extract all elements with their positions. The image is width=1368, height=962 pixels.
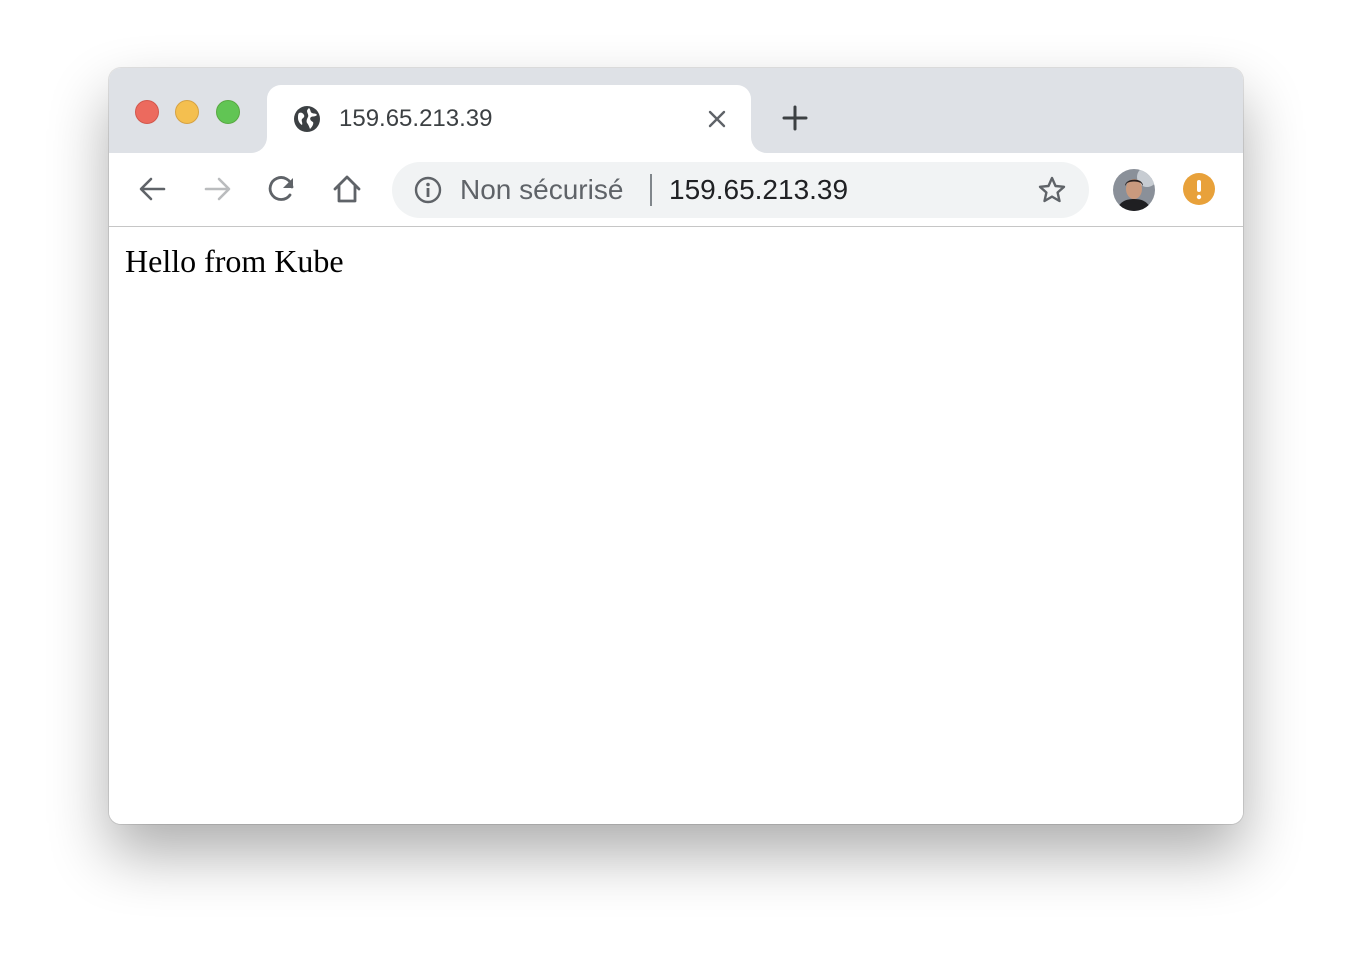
- close-icon[interactable]: [705, 107, 729, 131]
- arrow-left-icon[interactable]: [137, 173, 169, 205]
- arrow-right-icon[interactable]: [201, 173, 233, 205]
- avatar[interactable]: [1113, 169, 1155, 211]
- globe-icon: [294, 106, 320, 132]
- url-text[interactable]: 159.65.213.39: [669, 173, 848, 207]
- window-zoom-button[interactable]: [216, 100, 240, 124]
- window-minimize-button[interactable]: [175, 100, 199, 124]
- reload-icon[interactable]: [266, 173, 298, 205]
- profile-avatar-image: [1113, 169, 1155, 211]
- tab-title: 159.65.213.39: [339, 105, 493, 132]
- toolbar: Non sécurisé 159.65.213.39: [109, 153, 1243, 227]
- exclamation-icon[interactable]: [1182, 172, 1216, 206]
- omnibox-divider: [650, 174, 652, 206]
- browser-window: 159.65.213.39 Non sécurisé 159.65.213.39…: [109, 68, 1243, 824]
- info-icon[interactable]: [414, 176, 442, 204]
- home-icon[interactable]: [331, 173, 363, 205]
- tab-strip: 159.65.213.39: [109, 68, 1243, 153]
- plus-icon[interactable]: [781, 104, 809, 132]
- address-bar[interactable]: Non sécurisé 159.65.213.39: [392, 162, 1089, 218]
- tab-active[interactable]: 159.65.213.39: [267, 85, 751, 153]
- page-content: Hello from Kube: [109, 227, 1243, 824]
- window-close-button[interactable]: [135, 100, 159, 124]
- page-text: Hello from Kube: [125, 243, 344, 279]
- security-label[interactable]: Non sécurisé: [460, 173, 623, 207]
- star-icon[interactable]: [1037, 175, 1067, 205]
